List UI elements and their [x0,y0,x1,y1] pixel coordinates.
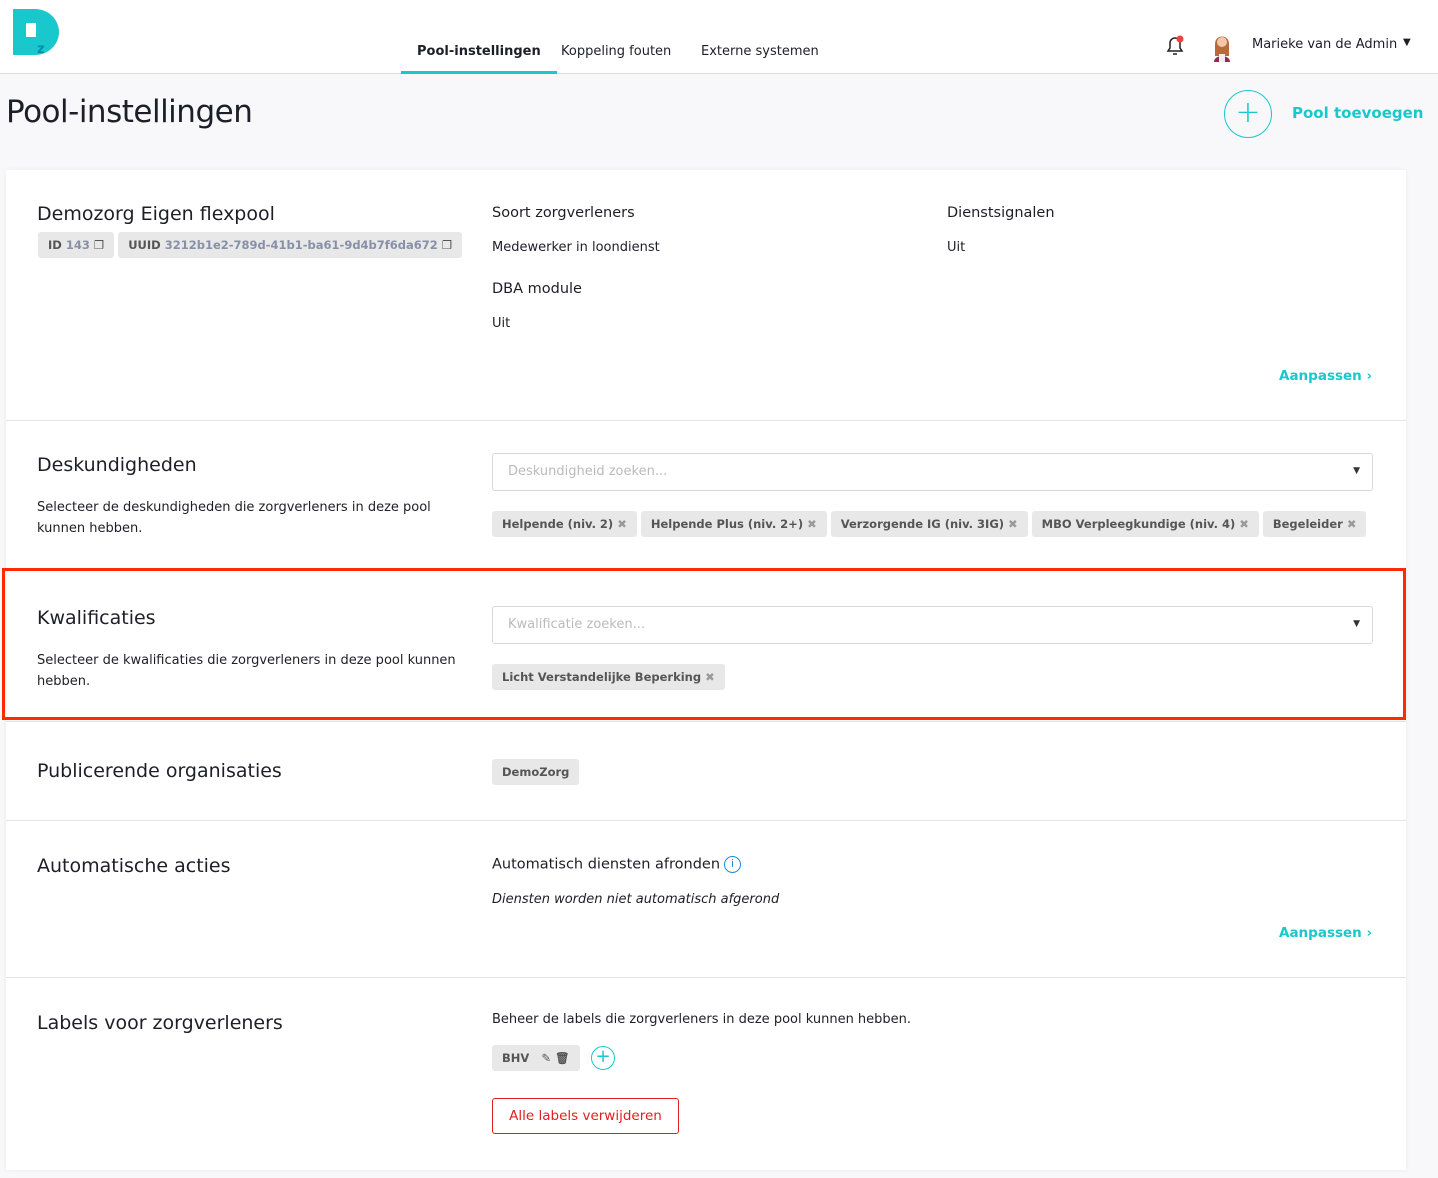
notification-bell-icon[interactable] [1164,34,1186,58]
publicerende-section: Publicerende organisaties DemoZorg [6,722,1406,821]
copy-icon[interactable]: ❐ [94,238,104,252]
remove-icon[interactable]: ✖ [807,517,817,531]
kwalificaties-section: Kwalificaties Selecteer de kwalificaties… [6,569,1406,722]
section-title: Automatische acties [37,855,231,877]
deskundigheid-search-select[interactable]: Deskundigheid zoeken... ▼ [492,453,1373,491]
delete-all-labels-button[interactable]: Alle labels verwijderen [492,1098,679,1134]
remove-icon[interactable]: ✖ [1008,517,1018,531]
section-title: Publicerende organisaties [37,760,282,782]
section-description: Selecteer de deskundigheden die zorgverl… [37,500,431,536]
top-nav: z Pool-instellingen Koppeling fouten Ext… [0,0,1438,74]
deskundigheid-chip: Helpende Plus (niv. 2+) ✖ [640,511,827,537]
plus-icon: + [595,1046,611,1067]
remove-icon[interactable]: ✖ [1239,517,1249,531]
deskundigheid-chip: Helpende (niv. 2) ✖ [492,511,637,537]
edit-automatisch-link[interactable]: Aanpassen › [1279,925,1372,941]
section-title: Labels voor zorgverleners [37,1012,283,1034]
setting-value: Diensten worden niet automatisch afgeron… [492,892,780,907]
dienstsignalen-value: Uit [947,240,966,255]
section-title: Deskundigheden [37,454,197,476]
labels-section: Labels voor zorgverleners Beheer de labe… [6,978,1406,1178]
kwalificatie-chip: Licht Verstandelijke Beperking ✖ [492,664,725,690]
plus-icon: + [1235,95,1261,130]
deskundigheid-chip: MBO Verpleegkundige (niv. 4) ✖ [1031,511,1259,537]
svg-text:z: z [37,42,45,55]
deskundigheden-section: Deskundigheden Selecteer de deskundighed… [6,421,1406,569]
pool-general-section: Demozorg Eigen flexpool ID 143 ❐ UUID 32… [6,170,1406,421]
trash-icon[interactable]: 🗑 [555,1051,570,1065]
deskundigheid-chip: Verzorgende IG (niv. 3IG) ✖ [830,511,1028,537]
dropdown-arrow-icon: ▼ [1353,619,1360,629]
organisation-chip: DemoZorg [492,759,580,785]
soort-label: Soort zorgverleners [492,205,635,221]
tab-pool-instellingen[interactable]: Pool-instellingen [401,44,557,74]
add-pool-button[interactable]: + [1224,90,1272,138]
avatar[interactable] [1210,30,1234,62]
app-logo[interactable]: z [13,9,63,55]
pool-settings-card: Demozorg Eigen flexpool ID 143 ❐ UUID 32… [6,170,1406,1170]
label-chip: BHV ✎ 🗑 [492,1045,580,1071]
tab-externe-systemen[interactable]: Externe systemen [701,44,819,71]
section-title: Kwalificaties [37,607,156,629]
copy-icon[interactable]: ❐ [442,238,452,252]
section-description: Selecteer de kwalificaties die zorgverle… [37,653,456,689]
chevron-right-icon: › [1366,368,1373,384]
setting-label: Automatisch diensten afronden i [492,856,742,873]
page-title: Pool-instellingen [6,94,253,130]
chevron-down-icon[interactable]: ▼ [1403,37,1411,48]
remove-icon[interactable]: ✖ [1347,517,1357,531]
section-description: Beheer de labels die zorgverleners in de… [492,1012,912,1027]
remove-icon[interactable]: ✖ [705,670,715,684]
soort-value: Medewerker in loondienst [492,240,660,255]
dba-value: Uit [492,316,511,331]
dba-label: DBA module [492,281,582,297]
user-name[interactable]: Marieke van de Admin [1252,37,1397,52]
dienstsignalen-label: Dienstsignalen [947,205,1055,221]
info-icon[interactable]: i [724,856,742,873]
dropdown-arrow-icon: ▼ [1353,466,1360,476]
edit-pool-link[interactable]: Aanpassen › [1279,368,1372,384]
deskundigheid-chip: Begeleider ✖ [1262,511,1367,537]
tab-koppeling-fouten[interactable]: Koppeling fouten [561,44,671,71]
remove-icon[interactable]: ✖ [617,517,627,531]
chevron-right-icon: › [1366,925,1373,941]
pool-id-badge[interactable]: ID 143 ❐ [38,232,115,258]
pool-uuid-badge[interactable]: UUID 3212b1e2-789d-41b1-ba61-9d4b7f6da67… [118,232,463,258]
add-label-button[interactable]: + [591,1046,615,1070]
add-pool-link[interactable]: Pool toevoegen [1292,104,1423,122]
kwalificatie-search-select[interactable]: Kwalificatie zoeken... ▼ [492,606,1373,644]
edit-icon[interactable]: ✎ [541,1051,551,1065]
pool-name: Demozorg Eigen flexpool [37,203,275,225]
automatische-acties-section: Automatische acties Automatisch diensten… [6,821,1406,978]
